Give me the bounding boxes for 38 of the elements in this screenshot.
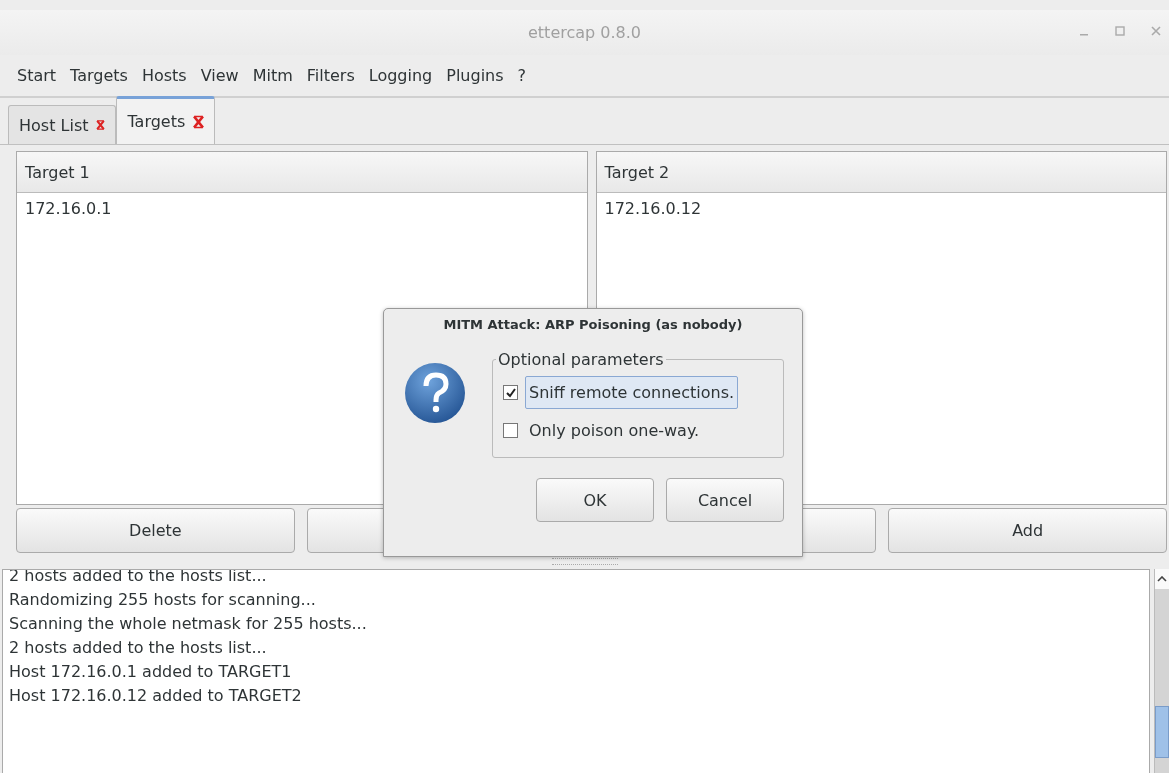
log-line: 2 hosts added to the hosts list... (9, 637, 268, 659)
checkbox[interactable] (503, 385, 518, 400)
log-line: Scanning the whole netmask for 255 hosts... (9, 613, 368, 635)
scroll-up-icon[interactable] (1157, 576, 1167, 582)
close-icon[interactable] (1151, 26, 1161, 36)
menu-item[interactable]: Targets (63, 66, 135, 85)
tab[interactable]: Host List (8, 105, 117, 144)
scroll-thumb[interactable] (1155, 706, 1169, 758)
group-label: Optional parameters (497, 350, 665, 369)
log-line: Host 172.16.0.1 added to TARGET1 (9, 661, 293, 683)
close-icon[interactable] (193, 114, 205, 129)
tab[interactable]: Targets (116, 96, 216, 144)
menu-item[interactable]: Hosts (134, 66, 194, 85)
log-line: Randomizing 255 hosts for scanning... (9, 589, 317, 611)
button[interactable]: Cancel (666, 478, 784, 522)
menu-item[interactable]: Start (10, 66, 64, 85)
button[interactable]: OK (536, 478, 654, 522)
menu-item[interactable]: Plugins (439, 66, 511, 85)
button[interactable]: Delete (16, 508, 295, 553)
checkbox-label[interactable]: Only poison one-way. (525, 414, 704, 447)
menu-item[interactable]: Mitm (245, 66, 300, 85)
checkbox[interactable] (503, 423, 518, 438)
menu-item[interactable]: View (193, 66, 246, 85)
host-entry[interactable]: 172.16.0.12 (596, 193, 1166, 224)
host-entry[interactable]: 172.16.0.1 (17, 193, 587, 224)
close-icon[interactable] (96, 120, 106, 130)
menu-item[interactable]: Logging (361, 66, 440, 85)
checkbox-label[interactable]: Sniff remote connections. (525, 376, 739, 409)
column-header[interactable]: Target 2 (596, 152, 1166, 193)
window-title: ettercap 0.8.0 (528, 23, 641, 42)
column-header[interactable]: Target 1 (17, 152, 587, 193)
menu-item[interactable]: Filters (299, 66, 362, 85)
menu-item[interactable]: ? (510, 66, 534, 85)
button[interactable]: Add (888, 508, 1167, 553)
dialog-title: MITM Attack: ARP Poisoning (as nobody) (442, 317, 744, 332)
scrollbar[interactable] (1154, 569, 1169, 773)
log-line: Host 172.16.0.12 added to TARGET2 (9, 685, 303, 707)
maximize-icon[interactable] (1115, 26, 1125, 36)
